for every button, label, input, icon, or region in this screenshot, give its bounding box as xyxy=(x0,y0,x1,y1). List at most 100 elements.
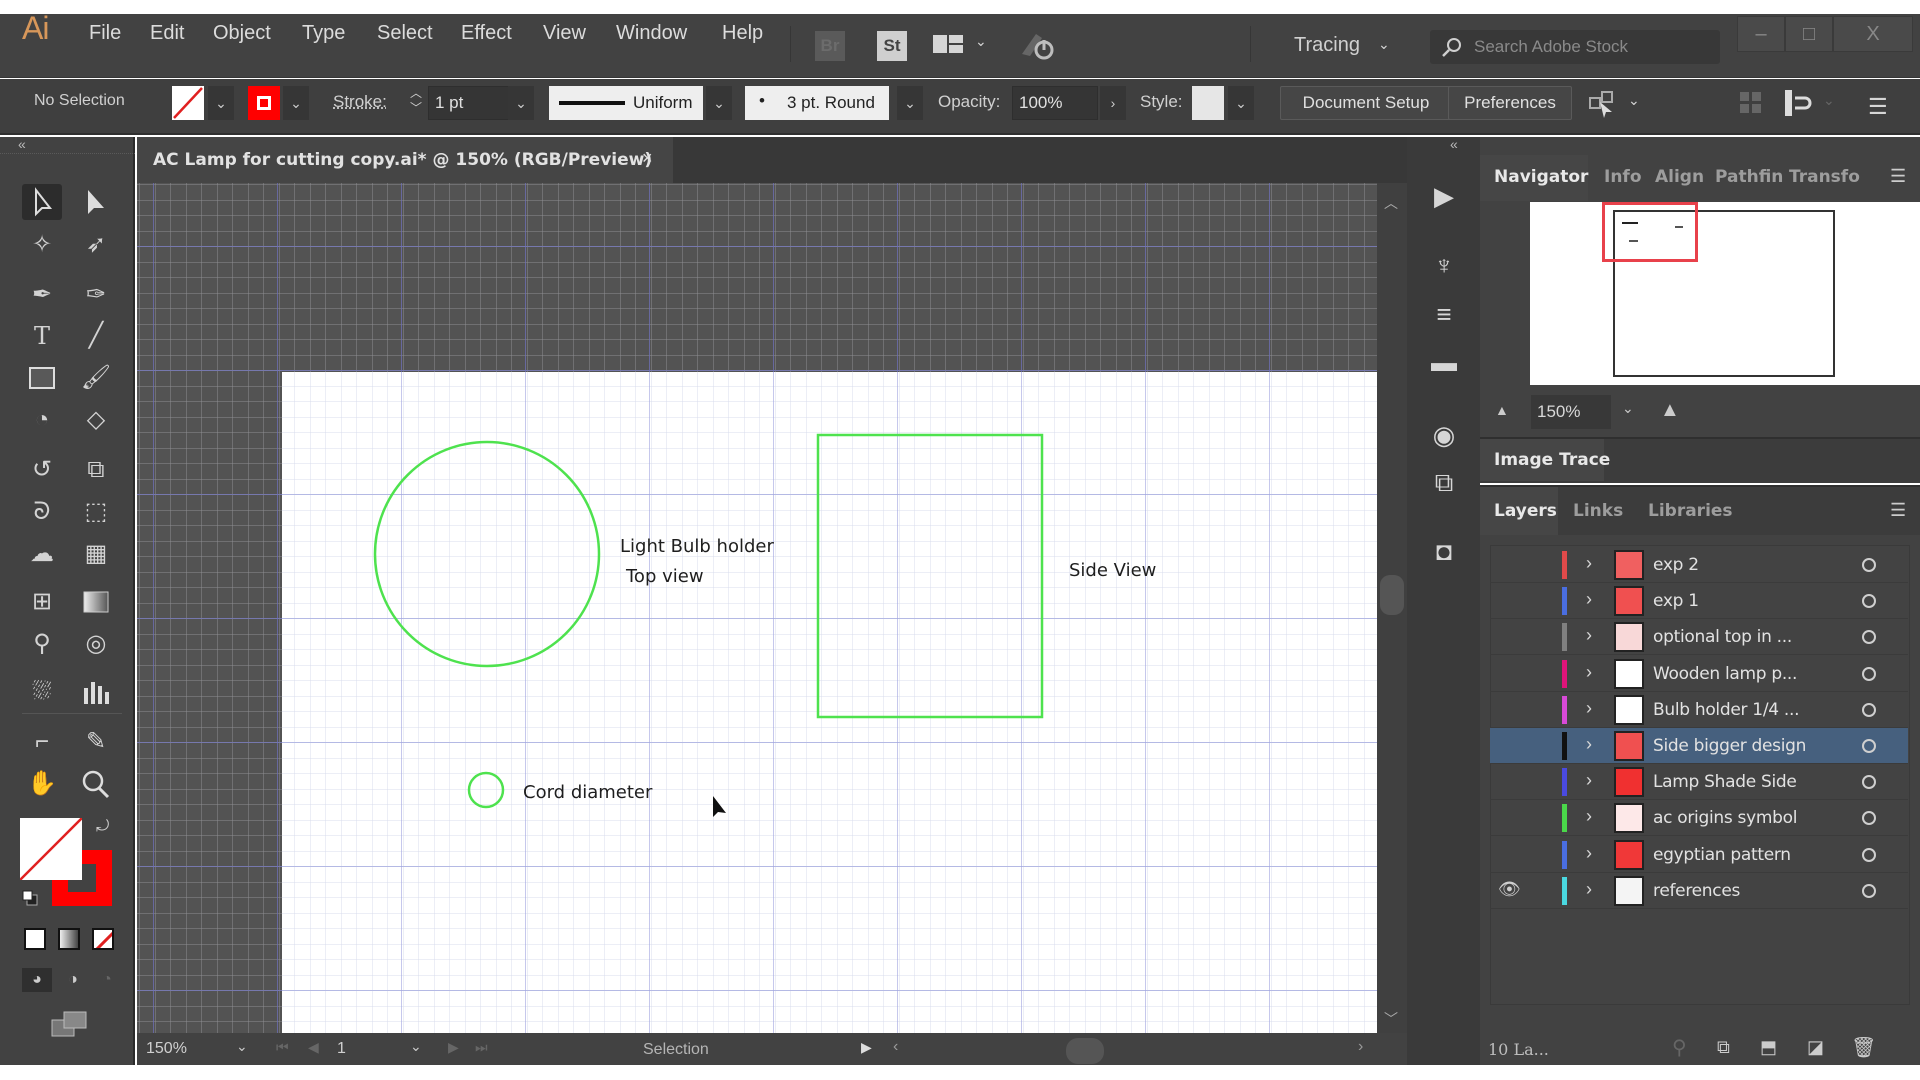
menu-help[interactable]: Help xyxy=(722,22,763,45)
expand-layer-icon[interactable]: › xyxy=(1586,553,1592,574)
vertical-scroll-thumb[interactable] xyxy=(1380,575,1404,615)
layer-target-icon[interactable] xyxy=(1862,702,1876,717)
expand-layer-icon[interactable]: › xyxy=(1586,698,1592,719)
artboard-dropdown-icon[interactable]: ⌄ xyxy=(410,1038,422,1055)
tab-image-trace[interactable]: Image Trace xyxy=(1494,450,1610,470)
fill-swatch[interactable] xyxy=(172,86,204,120)
fill-color-swatch[interactable] xyxy=(20,818,82,880)
visibility-toggle[interactable] xyxy=(1498,843,1522,867)
tab-pathfinder[interactable]: Pathfin xyxy=(1715,167,1783,187)
brush-dropdown[interactable]: ⌄ xyxy=(897,86,923,120)
canvas[interactable]: Light Bulb holder Top view Side View Cor… xyxy=(137,183,1377,1033)
top-view-label[interactable]: Top view xyxy=(626,566,704,587)
layer-row[interactable]: › exp 2 xyxy=(1490,547,1908,583)
previous-artboard-icon[interactable]: ◀ xyxy=(308,1039,319,1056)
chevron-down-icon[interactable]: ⌄ xyxy=(1628,92,1640,109)
expand-layer-icon[interactable]: › xyxy=(1586,879,1592,900)
layer-row[interactable]: › Bulb holder 1/4 ... xyxy=(1490,692,1908,728)
status-menu-icon[interactable]: ▶ xyxy=(861,1039,872,1056)
layer-target-icon[interactable] xyxy=(1862,883,1876,898)
layer-target-icon[interactable] xyxy=(1862,847,1876,862)
scroll-right-icon[interactable]: › xyxy=(1358,1038,1363,1056)
scale-tool-icon[interactable]: ⧉ xyxy=(76,452,116,488)
chevron-down-icon[interactable]: ⌄ xyxy=(1823,92,1835,109)
vertical-scrollbar[interactable]: ︿ ﹀ xyxy=(1377,183,1407,1033)
paintbrush-tool-icon[interactable]: 🖌︎ xyxy=(76,360,116,396)
gpu-performance-icon[interactable] xyxy=(1018,30,1058,62)
layer-name[interactable]: ac origins symbol xyxy=(1653,808,1797,828)
layer-name[interactable]: exp 2 xyxy=(1653,555,1699,575)
menu-effect[interactable]: Effect xyxy=(461,22,512,45)
delete-layer-icon[interactable]: 🗑︎ xyxy=(1851,1035,1876,1060)
symbols-panel-icon[interactable]: ◘ xyxy=(1420,531,1468,571)
menu-select[interactable]: Select xyxy=(377,22,433,45)
layer-row[interactable]: › Wooden lamp p... xyxy=(1490,656,1908,692)
profile-dropdown[interactable]: ⌄ xyxy=(706,86,732,120)
visibility-toggle[interactable] xyxy=(1498,625,1522,649)
panel-menu-icon[interactable]: ☰ xyxy=(1890,500,1906,521)
visibility-toggle[interactable] xyxy=(1498,589,1522,613)
panel-menu-icon[interactable]: ☰ xyxy=(1868,94,1888,120)
visibility-toggle[interactable] xyxy=(1498,734,1522,758)
scroll-up-icon[interactable]: ︿ xyxy=(1384,193,1398,213)
next-artboard-icon[interactable]: ▶ xyxy=(448,1039,459,1056)
draw-inside-icon[interactable]: ◔ xyxy=(92,968,122,992)
color-mode-icon[interactable] xyxy=(24,928,46,950)
column-graph-tool-icon[interactable] xyxy=(76,674,116,710)
make-clipping-mask-icon[interactable]: ⧉ xyxy=(1717,1037,1730,1058)
tab-align[interactable]: Align xyxy=(1655,167,1704,187)
scroll-down-icon[interactable]: ﹀ xyxy=(1384,1009,1398,1029)
preferences-button[interactable]: Preferences xyxy=(1448,86,1572,120)
navigator-view-box[interactable] xyxy=(1602,202,1698,262)
arrange-documents-icon[interactable] xyxy=(933,33,965,55)
expand-layer-icon[interactable]: › xyxy=(1586,589,1592,610)
gradient-mode-icon[interactable] xyxy=(58,928,80,950)
curvature-tool-icon[interactable]: ✑ xyxy=(76,277,116,313)
create-sublayer-icon[interactable]: ⬒ xyxy=(1760,1037,1777,1058)
actions-panel-icon[interactable]: ▶ xyxy=(1420,176,1468,216)
visibility-eye-icon[interactable]: 👁︎ xyxy=(1498,879,1521,900)
blend-tool-icon[interactable]: ◎ xyxy=(76,626,116,662)
zoom-tool-icon[interactable] xyxy=(76,766,116,802)
navigator-preview[interactable] xyxy=(1530,202,1920,385)
search-stock-input[interactable]: Search Adobe Stock xyxy=(1430,30,1720,64)
layer-name[interactable]: references xyxy=(1653,881,1740,901)
direct-selection-tool-icon[interactable] xyxy=(76,184,116,220)
eraser-tool-icon[interactable]: ◇ xyxy=(76,402,116,438)
layer-target-icon[interactable] xyxy=(1862,666,1876,681)
style-dropdown[interactable]: ⌄ xyxy=(1228,86,1254,120)
gradient-panel-icon[interactable]: ▬ xyxy=(1420,342,1468,382)
canvas-drawing[interactable] xyxy=(137,183,1377,1033)
align-to-icon[interactable] xyxy=(1783,88,1813,118)
zoom-out-icon[interactable]: ▲ xyxy=(1495,402,1509,418)
draw-behind-icon[interactable]: ◑ xyxy=(58,968,88,992)
tab-links[interactable]: Links xyxy=(1573,501,1623,521)
expand-layer-icon[interactable]: › xyxy=(1586,625,1592,646)
layer-name[interactable]: Bulb holder 1/4 ... xyxy=(1653,700,1799,720)
first-artboard-icon[interactable]: ⏮ xyxy=(276,1039,289,1056)
navigator-zoom-field[interactable]: 150% xyxy=(1531,395,1611,429)
side-view-label[interactable]: Side View xyxy=(1069,560,1156,581)
layer-name[interactable]: Side bigger design xyxy=(1653,736,1806,756)
chevron-down-icon[interactable]: ⌄ xyxy=(1622,400,1634,417)
layer-row[interactable]: 👁︎ › references xyxy=(1490,873,1908,909)
variable-width-profile[interactable]: Uniform xyxy=(549,86,703,120)
chevron-down-icon[interactable]: ⌄ xyxy=(975,33,987,50)
magic-wand-tool-icon[interactable]: ✧ xyxy=(22,227,62,263)
transparency-panel-icon[interactable]: ⧉ xyxy=(1420,462,1468,502)
layer-target-icon[interactable] xyxy=(1862,739,1876,753)
select-similar-icon[interactable] xyxy=(1588,90,1618,118)
scroll-left-icon[interactable]: ‹ xyxy=(893,1038,898,1056)
visibility-toggle[interactable] xyxy=(1498,553,1522,577)
rectangle-tool-icon[interactable] xyxy=(22,360,62,396)
document-tab[interactable]: AC Lamp for cutting copy.ai* @ 150% (RGB… xyxy=(137,137,673,183)
cord-diameter-label[interactable]: Cord diameter xyxy=(523,782,652,803)
layer-row[interactable]: › egyptian pattern xyxy=(1490,837,1908,873)
perspective-grid-tool-icon[interactable]: ▦ xyxy=(76,536,116,572)
layer-name[interactable]: Lamp Shade Side xyxy=(1653,772,1797,792)
panel-menu-icon[interactable]: ☰ xyxy=(1890,166,1906,187)
warp-tool-icon[interactable]: ᘐ xyxy=(22,494,62,530)
opacity-field[interactable]: 100% xyxy=(1012,86,1098,120)
stock-button[interactable]: St xyxy=(877,31,907,61)
free-transform-tool-icon[interactable]: ⬚ xyxy=(76,494,116,530)
